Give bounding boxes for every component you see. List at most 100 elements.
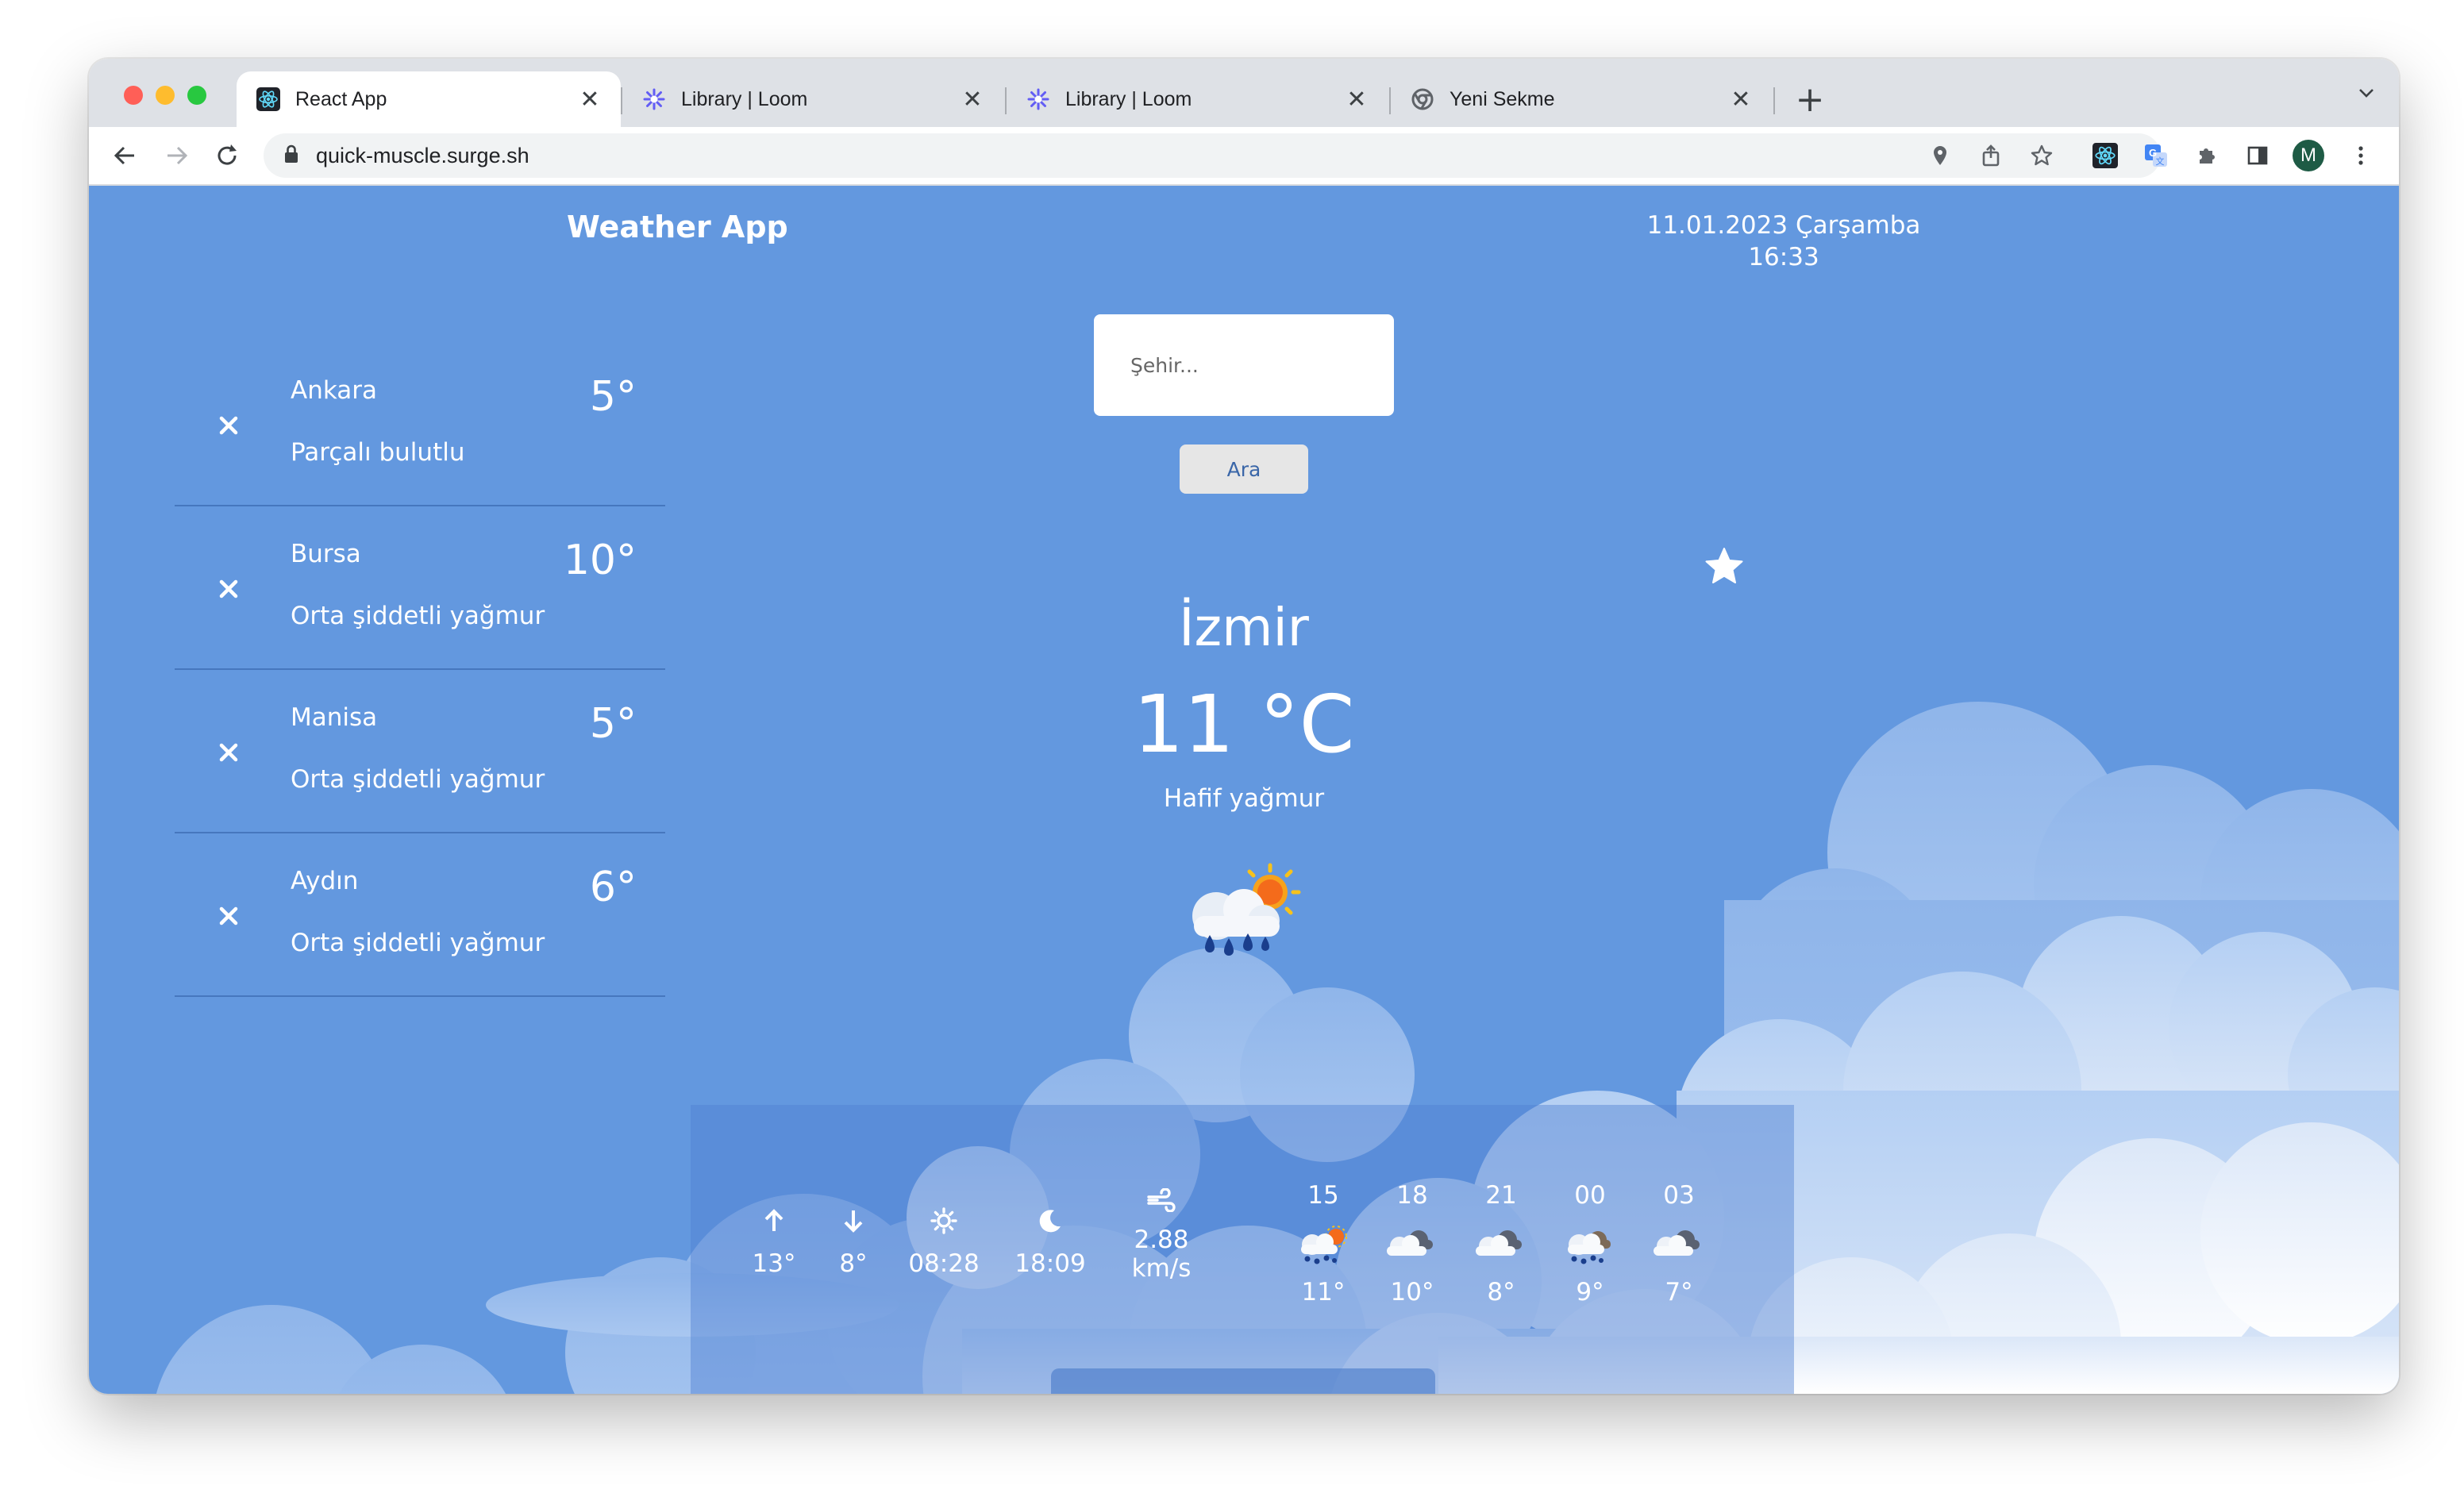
tab-search-dropdown-icon[interactable]: [2356, 83, 2377, 109]
new-tab-button[interactable]: +: [1788, 78, 1832, 122]
hourly-forecast-item: 21 8°: [1465, 1181, 1537, 1307]
hourly-forecast-item: 18 10°: [1376, 1181, 1448, 1307]
forward-button[interactable]: [159, 138, 194, 173]
saved-city-name: Aydın: [291, 867, 359, 895]
arrow-down-icon: [818, 1200, 889, 1241]
remove-city-icon[interactable]: [218, 414, 240, 437]
saved-city-name: Ankara: [291, 376, 377, 405]
tab-react-app[interactable]: React App ✕: [237, 71, 621, 127]
forecast-hour: 18: [1396, 1181, 1428, 1210]
browser-toolbar: quick-muscle.surge.sh G文 M: [89, 127, 2399, 186]
wind-speed-value: 2.88: [1134, 1226, 1189, 1254]
sunset-time: 18:09: [1014, 1249, 1086, 1278]
profile-avatar[interactable]: M: [2291, 138, 2326, 173]
loom-icon: [641, 87, 667, 112]
saved-city-item[interactable]: Bursa 10° Orta şiddetli yağmur: [175, 505, 665, 670]
saved-city-item[interactable]: Aydın 6° Orta şiddetli yağmur: [175, 832, 665, 997]
moon-icon: [1007, 1200, 1094, 1241]
sunrise-time: 08:28: [908, 1249, 980, 1278]
url-text[interactable]: quick-muscle.surge.sh: [316, 144, 529, 168]
remove-city-icon[interactable]: [218, 741, 240, 764]
sunrise-stat: 08:28: [900, 1200, 988, 1278]
app-title: Weather App: [567, 210, 788, 244]
current-description: Hafif yağmur: [1163, 784, 1325, 813]
saved-city-item[interactable]: Manisa 5° Orta şiddetli yağmur: [175, 668, 665, 833]
back-button[interactable]: [108, 138, 143, 173]
cloud-icon: [1654, 1230, 1700, 1256]
share-icon[interactable]: [1973, 138, 2008, 173]
forecast-hour: 15: [1307, 1181, 1339, 1210]
remove-city-icon[interactable]: [218, 905, 240, 927]
forecast-hour: 00: [1574, 1181, 1606, 1210]
date-time: 11.01.2023 Çarşamba 16:33: [1613, 210, 1954, 273]
minimize-window-button[interactable]: [156, 86, 175, 105]
forecast-temp: 9°: [1576, 1278, 1604, 1307]
saved-city-temp: 5°: [589, 700, 637, 748]
more-menu-icon[interactable]: [2343, 138, 2378, 173]
tab-divider: [1773, 87, 1775, 114]
saved-city-item[interactable]: Ankara 5° Parçalı bulutlu: [175, 341, 665, 506]
hourly-forecast-item: 03 7°: [1643, 1181, 1715, 1307]
min-temp-value: 8°: [839, 1249, 868, 1278]
extensions-puzzle-icon[interactable]: [2189, 138, 2224, 173]
side-panel-icon[interactable]: [2240, 138, 2275, 173]
wind-speed-unit: km/s: [1131, 1254, 1192, 1283]
add-favorite-star-icon[interactable]: [1704, 546, 1745, 587]
wind-icon: [1110, 1183, 1213, 1218]
react-devtools-extension-icon[interactable]: [2088, 138, 2123, 173]
close-tab-icon[interactable]: ✕: [1345, 86, 1369, 114]
bottom-panel-handle[interactable]: [1051, 1368, 1435, 1394]
search-button[interactable]: Ara: [1180, 444, 1308, 494]
tab-loom-library-2[interactable]: Library | Loom ✕: [1007, 71, 1388, 127]
details-panel: 13° 8° 08:28 18:09 2.88 km/s 15 11° 18 1…: [691, 1105, 1794, 1394]
close-tab-icon[interactable]: ✕: [1729, 86, 1753, 114]
svg-text:文: 文: [2156, 156, 2165, 167]
tab-title: Library | Loom: [1065, 87, 1192, 110]
reload-button[interactable]: [210, 138, 244, 173]
tab-title: React App: [295, 87, 387, 110]
saved-city-description: Orta şiddetli yağmur: [291, 602, 545, 630]
forecast-temp: 8°: [1487, 1278, 1515, 1307]
tab-title: Library | Loom: [681, 87, 808, 110]
forecast-hour: 03: [1663, 1181, 1695, 1210]
weather-app-page: Weather App 11.01.2023 Çarşamba 16:33 Ar…: [89, 186, 2399, 1394]
lock-icon[interactable]: [284, 144, 298, 167]
profile-initial: M: [2293, 140, 2324, 171]
max-temp-value: 13°: [752, 1249, 796, 1278]
tab-loom-library[interactable]: Library | Loom ✕: [622, 71, 1003, 127]
tab-strip: React App ✕ Library | Loom ✕ Library | L…: [89, 59, 2399, 127]
bookmark-star-icon[interactable]: [2024, 138, 2059, 173]
saved-city-temp: 6°: [589, 864, 637, 911]
close-tab-icon[interactable]: ✕: [578, 86, 602, 114]
location-icon[interactable]: [1923, 138, 1958, 173]
close-window-button[interactable]: [124, 86, 143, 105]
loom-icon: [1026, 87, 1051, 112]
saved-city-name: Manisa: [291, 703, 378, 732]
saved-city-name: Bursa: [291, 540, 361, 568]
rain-sun-icon: [1192, 863, 1301, 956]
forecast-hour: 21: [1485, 1181, 1517, 1210]
close-tab-icon[interactable]: ✕: [961, 86, 984, 114]
tab-title: Yeni Sekme: [1450, 87, 1555, 110]
forecast-temp: 7°: [1665, 1278, 1693, 1307]
sunset-stat: 18:09: [1007, 1200, 1094, 1278]
translate-extension-icon[interactable]: G文: [2139, 138, 2173, 173]
tab-new-tab[interactable]: Yeni Sekme ✕: [1391, 71, 1772, 127]
remove-city-icon[interactable]: [218, 578, 240, 600]
arrow-up-icon: [738, 1200, 810, 1241]
current-time: 16:33: [1748, 243, 1819, 271]
browser-window: React App ✕ Library | Loom ✕ Library | L…: [89, 59, 2399, 1394]
saved-city-description: Orta şiddetli yağmur: [291, 929, 545, 957]
saved-city-description: Orta şiddetli yağmur: [291, 765, 545, 794]
city-search-input[interactable]: [1094, 314, 1394, 416]
zoom-window-button[interactable]: [187, 86, 206, 105]
hourly-forecast-item: 00 9°: [1554, 1181, 1626, 1307]
saved-city-temp: 10°: [563, 537, 637, 584]
sun-icon: [900, 1200, 988, 1241]
react-icon: [256, 87, 281, 112]
forecast-temp: 10°: [1390, 1278, 1434, 1307]
address-bar[interactable]: quick-muscle.surge.sh: [264, 133, 2161, 178]
wind-stat: 2.88 km/s: [1110, 1183, 1213, 1283]
chrome-icon: [1410, 87, 1435, 112]
saved-city-description: Parçalı bulutlu: [291, 438, 465, 467]
